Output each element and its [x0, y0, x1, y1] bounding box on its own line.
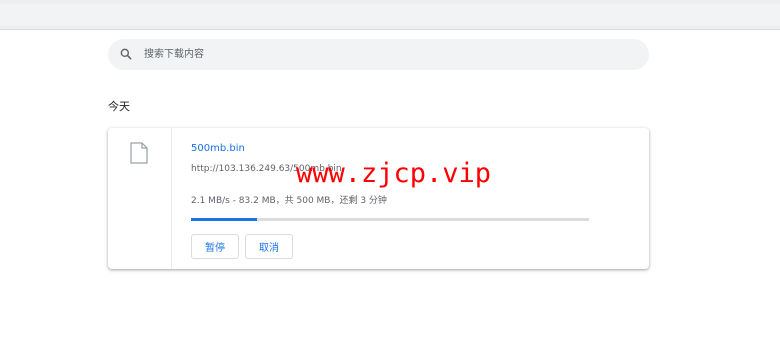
file-icon-column: [108, 128, 172, 269]
pause-button[interactable]: 暂停: [191, 234, 239, 259]
download-status-text: 2.1 MB/s - 83.2 MB，共 500 MB，还剩 3 分钟: [191, 196, 387, 206]
date-heading: 今天: [108, 100, 130, 113]
cancel-button[interactable]: 取消: [245, 234, 293, 259]
toolbar-strip: [0, 4, 780, 26]
download-progress-fill: [191, 218, 258, 221]
top-toolbar: [0, 0, 780, 30]
file-icon: [130, 142, 148, 164]
download-progress-bar: [191, 218, 589, 221]
download-item-card: 500mb.bin http://103.136.249.63/500mb.bi…: [108, 128, 649, 269]
file-name-link[interactable]: 500mb.bin: [191, 143, 245, 154]
watermark-text: www.zjcp.vip: [296, 158, 492, 189]
search-input[interactable]: [144, 39, 624, 70]
search-bar[interactable]: [108, 39, 649, 70]
search-icon: [120, 48, 132, 60]
